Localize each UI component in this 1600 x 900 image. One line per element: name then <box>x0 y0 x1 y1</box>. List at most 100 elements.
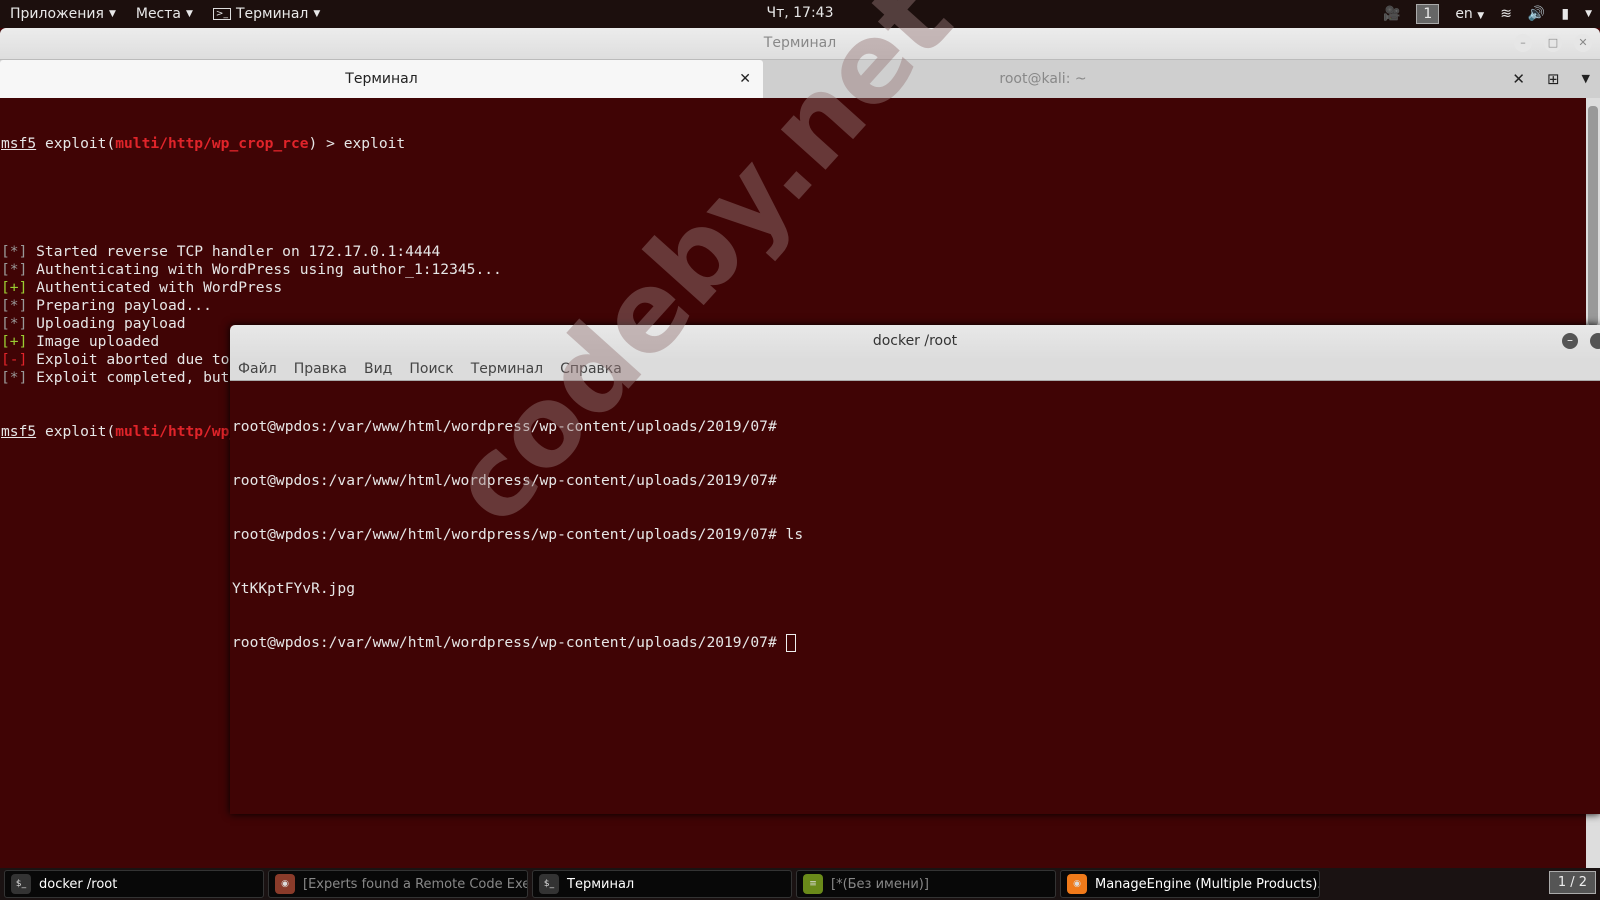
output-line: [*] Preparing payload... <box>1 297 660 315</box>
close-tab-icon[interactable]: ✕ <box>1512 60 1525 98</box>
line-text: Started reverse TCP handler on 172.17.0.… <box>27 243 441 260</box>
status-tag: [*] <box>1 369 28 386</box>
window-titlebar[interactable]: docker /root – <box>230 325 1600 360</box>
status-tag: [*] <box>1 297 28 314</box>
menu-terminal[interactable]: Терминал <box>471 360 543 380</box>
menu-help[interactable]: Справка <box>560 360 622 380</box>
task-manageengine[interactable]: ◉ ManageEngine (Multiple Products)... <box>1060 870 1320 898</box>
maximize-button[interactable] <box>1590 333 1600 349</box>
terminal-icon: >_ <box>212 8 231 20</box>
clock[interactable]: Чт, 17:43 <box>767 5 834 21</box>
menu-view[interactable]: Вид <box>364 360 392 380</box>
tab-label: Терминал <box>345 71 418 87</box>
text: exploit( <box>36 135 116 152</box>
terminal-icon: $_ <box>539 874 559 894</box>
docker-terminal-window: docker /root – Файл Правка Вид Поиск Терм… <box>230 325 1600 814</box>
menu-bar: Файл Правка Вид Поиск Терминал Справка <box>230 360 1600 381</box>
task-browser-article[interactable]: ◉ [Experts found a Remote Code Exe... <box>268 870 528 898</box>
line-text: Authenticating with WordPress using auth… <box>27 261 502 278</box>
caret-down-icon: ▼ <box>313 9 321 19</box>
terminal-menu-label: Терминал <box>235 6 309 22</box>
browser-icon: ◉ <box>275 874 295 894</box>
msf-prompt: msf5 <box>1 423 37 440</box>
wifi-icon[interactable]: ≋ <box>1500 6 1512 22</box>
window-title: Терминал <box>763 35 837 51</box>
window-titlebar[interactable]: Терминал – □ ✕ <box>0 28 1600 59</box>
text-editor-icon: ≡ <box>803 874 823 894</box>
close-tab-icon[interactable]: ✕ <box>739 60 751 98</box>
output-line: [*] Started reverse TCP handler on 172.1… <box>1 243 660 261</box>
camera-icon[interactable]: 🎥 <box>1383 6 1400 22</box>
window-title: docker /root <box>872 333 958 349</box>
tab-menu-icon[interactable]: ▼ <box>1582 60 1590 98</box>
msf-prompt: msf5 <box>1 135 37 152</box>
new-tab-icon[interactable]: ⊞ <box>1547 60 1560 98</box>
workspace-indicator[interactable]: 1 <box>1416 4 1440 24</box>
system-tray: 🎥 1 en ▼ ≋ 🔊 ▮ ▼ <box>1383 0 1592 28</box>
output-line: root@wpdos:/var/www/html/wordpress/wp-co… <box>232 526 804 543</box>
task-label: [*(Без имени)] <box>831 876 929 892</box>
menu-edit[interactable]: Правка <box>294 360 347 380</box>
tab-terminal[interactable]: Терминал ✕ <box>0 60 763 98</box>
status-tag: [-] <box>1 351 28 368</box>
output-line: root@wpdos:/var/www/html/wordpress/wp-co… <box>232 472 777 489</box>
top-panel: Приложения ▼ Места ▼ >_ Терминал ▼ Чт, 17:43… <box>0 0 1600 28</box>
language-selector[interactable]: en ▼ <box>1455 6 1484 22</box>
terminal-icon: $_ <box>11 874 31 894</box>
output-line: root@wpdos:/var/www/html/wordpress/wp-co… <box>232 418 777 435</box>
output-line: YtKKptFYvR.jpg <box>232 580 356 597</box>
prompt-line: root@wpdos:/var/www/html/wordpress/wp-co… <box>232 634 1600 652</box>
minimize-button[interactable]: – <box>1562 333 1578 349</box>
caret-down-icon: ▼ <box>185 9 193 19</box>
applications-menu[interactable]: Приложения ▼ <box>0 0 126 28</box>
line-text: Image uploaded <box>27 333 160 350</box>
system-menu-caret-icon[interactable]: ▼ <box>1585 9 1592 19</box>
module-name: multi/http/wp_crop_rce <box>115 135 309 152</box>
close-button[interactable]: ✕ <box>1574 34 1592 52</box>
places-label: Места <box>135 6 181 22</box>
language-label: en <box>1455 6 1473 22</box>
output-line: [*] Authenticating with WordPress using … <box>1 261 660 279</box>
line-text: Uploading payload <box>27 315 186 332</box>
text: ) > <box>308 135 344 152</box>
menu-search[interactable]: Поиск <box>409 360 453 380</box>
menu-file[interactable]: Файл <box>238 360 277 380</box>
volume-icon[interactable]: 🔊 <box>1528 6 1545 22</box>
status-tag: [*] <box>1 243 28 260</box>
places-menu[interactable]: Места ▼ <box>126 0 203 28</box>
cursor <box>785 634 796 652</box>
browser-icon: ◉ <box>1067 874 1087 894</box>
task-text-editor[interactable]: ≡ [*(Без имени)] <box>796 870 1056 898</box>
task-label: Терминал <box>567 876 635 892</box>
terminal-app-menu[interactable]: >_ Терминал ▼ <box>203 0 330 28</box>
output-line: [+] Authenticated with WordPress <box>1 279 660 297</box>
tab-bar: Терминал ✕ root@kali: ~ ✕ ⊞ ▼ <box>0 59 1600 98</box>
tab-root-kali[interactable]: root@kali: ~ <box>763 60 1323 98</box>
battery-icon[interactable]: ▮ <box>1561 6 1569 22</box>
applications-label: Приложения <box>10 6 104 22</box>
status-tag: [+] <box>1 333 28 350</box>
status-tag: [+] <box>1 279 28 296</box>
line-text: Authenticated with WordPress <box>27 279 283 296</box>
caret-down-icon: ▼ <box>1477 11 1485 21</box>
status-tag: [*] <box>1 315 28 332</box>
workspace-pager[interactable]: 1 / 2 <box>1548 871 1596 894</box>
docker-terminal-output[interactable]: root@wpdos:/var/www/html/wordpress/wp-co… <box>230 381 1600 688</box>
task-terminal[interactable]: $_ Терминал <box>532 870 792 898</box>
prompt-line: msf5 exploit(multi/http/wp_crop_rce) > e… <box>1 135 660 153</box>
line-text: Preparing payload... <box>27 297 212 314</box>
task-docker-root[interactable]: $_ docker /root <box>4 870 264 898</box>
maximize-button[interactable]: □ <box>1544 34 1562 52</box>
task-label: ManageEngine (Multiple Products)... <box>1095 876 1320 892</box>
status-tag: [*] <box>1 261 28 278</box>
minimize-button[interactable]: – <box>1514 34 1532 52</box>
shell-prompt: root@wpdos:/var/www/html/wordpress/wp-co… <box>232 634 786 651</box>
scrollbar-thumb[interactable] <box>1588 106 1598 326</box>
caret-down-icon: ▼ <box>108 9 116 19</box>
text: exploit( <box>36 423 116 440</box>
task-label: [Experts found a Remote Code Exe... <box>303 876 528 892</box>
taskbar: $_ docker /root ◉ [Experts found a Remote … <box>0 868 1600 900</box>
tab-label: root@kali: ~ <box>999 71 1087 87</box>
command: exploit <box>343 135 406 152</box>
task-label: docker /root <box>39 876 118 892</box>
